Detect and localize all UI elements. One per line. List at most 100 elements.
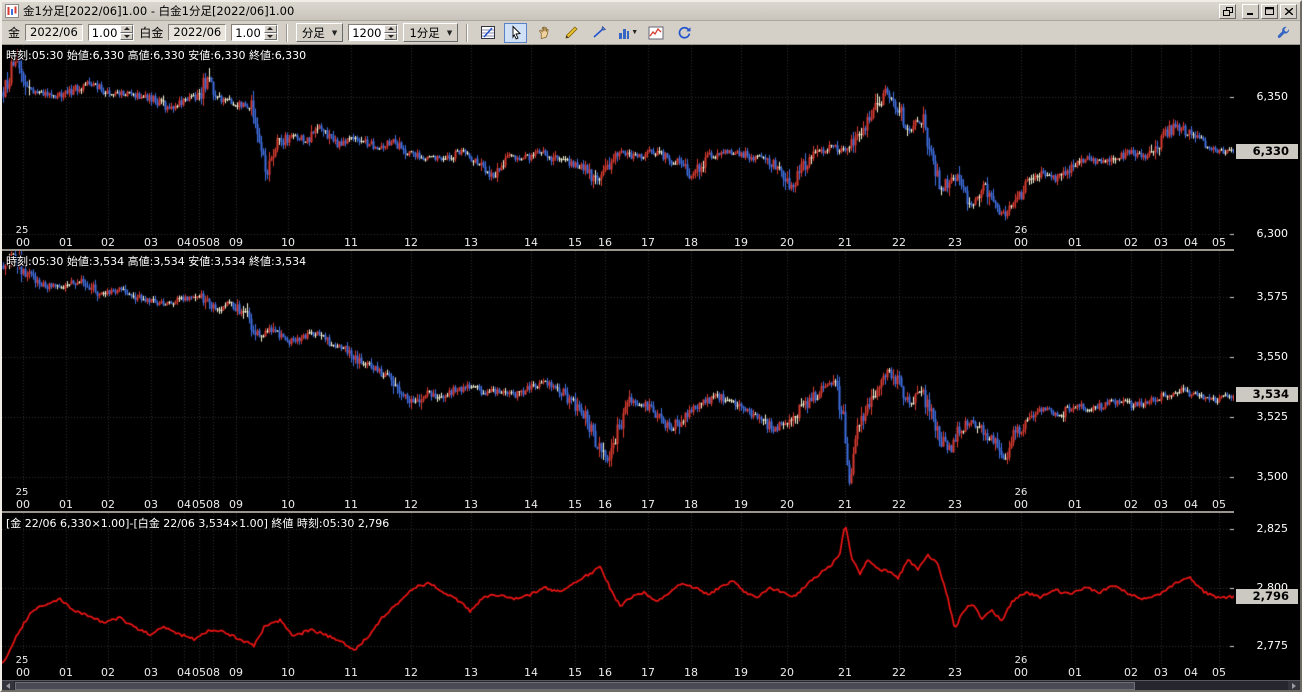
horizontal-scrollbar[interactable] [2, 680, 1300, 690]
price-tick-label: 2,825 [1256, 522, 1289, 536]
hour-label: 16 [598, 666, 612, 679]
close-button[interactable] [1280, 3, 1297, 19]
indicator-chart-icon[interactable] [644, 23, 667, 43]
gold-chart-canvas[interactable] [2, 45, 1234, 237]
hour-label: 04 [177, 666, 191, 679]
toolbar-separator [466, 23, 469, 42]
price-tick-label: 3,575 [1256, 289, 1289, 303]
settings-wrench-icon[interactable] [1271, 23, 1294, 43]
interval-type-dropdown[interactable]: 分足 ▼ [295, 23, 344, 42]
hour-label: 11 [344, 666, 358, 679]
hour-label: 23 [948, 498, 962, 511]
hour-label: 12 [404, 666, 418, 679]
hour-label: 00 [16, 498, 30, 511]
hour-label: 19 [734, 498, 748, 511]
hour-label: 09 [229, 666, 243, 679]
hour-label: 02 [101, 236, 115, 249]
price-tick-label: 2,775 [1256, 639, 1289, 652]
title-bar[interactable]: 金1分足[2022/06]1.00 - 白金1分足[2022/06]1.00 [2, 2, 1300, 21]
chart-type-dropdown-icon[interactable]: ▼ [616, 23, 639, 43]
spin-down-icon[interactable] [263, 32, 277, 40]
pencil-tool-icon[interactable] [560, 23, 583, 43]
spread-time-axis: 00 01 02 03 04 05 08 09 10 11 12 13 14 15 16 17 18 19 20 21… [2, 667, 1234, 679]
gold-multiplier-spinner[interactable]: 1.00 [87, 24, 135, 41]
refresh-icon[interactable] [672, 23, 695, 43]
hour-label: 20 [780, 666, 794, 679]
hour-label: 01 [1068, 498, 1082, 511]
chevron-down-icon: ▼ [631, 29, 639, 36]
platinum-contract-field[interactable]: 2022/06 [168, 24, 227, 41]
hour-label: 22 [892, 666, 906, 679]
gold-time-axis: 00 01 02 03 04 05 08 09 10 11 12 13 14 15 16 17 18 19 20 21… [2, 237, 1234, 249]
hour-label: 18 [684, 236, 698, 249]
platinum-multiplier-value[interactable]: 1.00 [232, 25, 264, 40]
day-marker: 26 [1014, 655, 1028, 666]
hour-label: 18 [684, 498, 698, 511]
hour-label: 11 [344, 236, 358, 249]
price-tick-label: 6,300 [1256, 227, 1289, 241]
day-marker: 25 [15, 487, 29, 498]
platinum-time-axis: 00 01 02 03 04 05 08 09 10 11 12 13 14 15 16 17 18 19 20 21… [2, 499, 1234, 511]
platinum-multiplier-spinner[interactable]: 1.00 [231, 24, 278, 41]
hour-label: 03 [1154, 236, 1168, 249]
hour-label: 13 [464, 498, 478, 511]
hour-label: 23 [948, 236, 962, 249]
hour-label: 05 [192, 666, 206, 679]
gold-multiplier-value[interactable]: 1.00 [89, 25, 121, 40]
quote-board-icon[interactable] [476, 23, 499, 43]
hour-label: 02 [1124, 666, 1138, 679]
hour-label: 20 [780, 498, 794, 511]
hour-label: 02 [1124, 498, 1138, 511]
scrollbar-thumb[interactable] [15, 682, 1135, 690]
hour-label: 05 [1212, 498, 1226, 511]
minimize-button[interactable] [1242, 3, 1259, 19]
hour-label: 05 [192, 498, 206, 511]
hour-label: 10 [281, 666, 295, 679]
hour-label: 00 [16, 666, 30, 679]
bar-count-value[interactable]: 1200 [349, 25, 384, 40]
spin-up-icon[interactable] [263, 25, 277, 33]
cursor-tool-icon[interactable] [504, 22, 528, 43]
hour-label: 05 [1212, 666, 1226, 679]
scroll-right-icon[interactable] [1288, 681, 1300, 690]
platinum-chart-canvas[interactable] [2, 251, 1234, 499]
spin-down-icon[interactable] [384, 32, 398, 40]
hand-tool-icon[interactable] [532, 23, 555, 43]
hour-label: 04 [1184, 498, 1198, 511]
spin-up-icon[interactable] [120, 25, 134, 33]
hour-label: 14 [524, 236, 538, 249]
hour-label: 01 [1068, 236, 1082, 249]
spread-chart-panel: [金 22/06 6,330×1.00]-[白金 22/06 3,534×1.0… [2, 513, 1234, 679]
app-window: 金1分足[2022/06]1.00 - 白金1分足[2022/06]1.00 金… [0, 0, 1302, 692]
toolbar-separator [285, 23, 288, 42]
current-price-badge: 2,796 [1236, 589, 1298, 604]
spread-info: [金 22/06 6,330×1.00]-[白金 22/06 3,534×1.0… [6, 517, 390, 530]
spread-chart-canvas[interactable] [2, 513, 1234, 667]
scroll-left-icon[interactable] [2, 681, 14, 690]
gold-contract-field[interactable]: 2022/06 [25, 24, 83, 41]
interval-selected-dropdown[interactable]: 1分足 ▼ [403, 23, 459, 42]
hour-label: 17 [641, 666, 655, 679]
hour-label: 22 [892, 498, 906, 511]
hour-label: 02 [101, 498, 115, 511]
spin-up-icon[interactable] [384, 25, 398, 33]
hour-label: 13 [464, 666, 478, 679]
hour-label: 17 [641, 236, 655, 249]
spin-down-icon[interactable] [120, 32, 134, 40]
maximize-button[interactable] [1261, 3, 1278, 19]
bar-count-spinner[interactable]: 1200 [348, 24, 399, 41]
window-title: 金1分足[2022/06]1.00 - 白金1分足[2022/06]1.00 [23, 4, 295, 18]
hour-label: 10 [281, 498, 295, 511]
hour-label: 02 [1124, 236, 1138, 249]
hour-label: 08 [206, 666, 220, 679]
line-draw-tool-icon[interactable] [588, 23, 611, 43]
hour-label: 00 [1014, 666, 1028, 679]
price-axis[interactable]: 6,350 6,300 6,330 3,575 3,550 3,525 3,500 3,534… [1234, 45, 1300, 680]
float-window-button[interactable] [1219, 3, 1236, 19]
platinum-ohlc-info: 時刻:05:30 始値:3,534 高値:3,534 安値:3,534 終値:3… [6, 255, 307, 268]
hour-label: 05 [1212, 236, 1226, 249]
hour-label: 03 [1154, 666, 1168, 679]
hour-label: 19 [734, 666, 748, 679]
interval-selected-label: 1分足 [409, 25, 440, 40]
hour-label: 01 [59, 666, 73, 679]
